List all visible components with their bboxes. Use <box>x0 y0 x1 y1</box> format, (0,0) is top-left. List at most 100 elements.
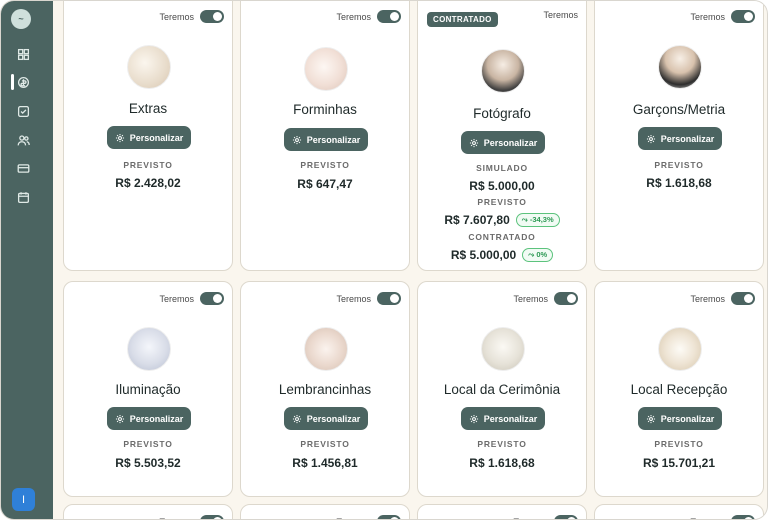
dashboard-icon[interactable] <box>15 46 31 62</box>
customize-button[interactable]: Personalizar <box>284 407 368 430</box>
toggle-label: Teremos <box>159 293 194 304</box>
gear-icon <box>646 134 655 143</box>
toggle-group: Teremos <box>690 515 755 520</box>
previsto-value: R$ 2.428,02 <box>115 176 181 190</box>
customize-button[interactable]: Personalizar <box>461 407 545 430</box>
customize-button[interactable]: Personalizar <box>461 131 545 154</box>
toggle-label: Teremos <box>690 517 725 520</box>
contracted-badge: CONTRATADO <box>427 12 498 27</box>
gear-icon <box>646 414 655 423</box>
previsto-label: PREVISTO <box>477 197 527 207</box>
gear-icon <box>469 138 478 147</box>
category-card-garcons: Teremos Garçons/Metria Personalizar PREV… <box>594 1 764 271</box>
contratado-row: R$ 5.000,00 ⤳ 0% <box>418 248 586 262</box>
customize-label: Personalizar <box>660 413 715 424</box>
guests-icon[interactable] <box>15 132 31 148</box>
previsto-label: PREVISTO <box>300 439 350 449</box>
teremos-toggle[interactable] <box>554 515 578 519</box>
category-card-partial: Teremos <box>417 504 587 519</box>
customize-button[interactable]: Personalizar <box>107 126 191 149</box>
toggle-label: Teremos <box>513 293 548 304</box>
card-title: Iluminação <box>115 382 181 397</box>
toggle-label: Teremos <box>159 517 194 520</box>
teremos-toggle[interactable] <box>200 292 224 305</box>
previsto-label: PREVISTO <box>123 439 173 449</box>
contratado-change-value: 0% <box>536 250 548 259</box>
toggle-label: Teremos <box>543 10 578 20</box>
contratado-change-badge: ⤳ 0% <box>522 248 554 262</box>
category-image <box>658 327 702 371</box>
category-card-lembrancinhas: Teremos Lembrancinhas Personalizar PREVI… <box>240 281 410 497</box>
customize-label: Personalizar <box>306 413 361 424</box>
previsto-value: R$ 1.618,68 <box>469 456 535 470</box>
payment-icon[interactable] <box>15 160 31 176</box>
sidebar: ~ I <box>1 1 53 519</box>
category-image <box>481 49 525 93</box>
customize-button[interactable]: Personalizar <box>107 407 191 430</box>
active-nav-indicator <box>11 74 14 90</box>
previsto-label: PREVISTO <box>300 160 350 170</box>
previsto-value: R$ 647,47 <box>297 177 353 191</box>
category-image <box>658 45 702 89</box>
teremos-toggle[interactable] <box>200 10 224 23</box>
toggle-label: Teremos <box>159 11 194 22</box>
teremos-toggle[interactable] <box>377 10 401 23</box>
teremos-toggle[interactable] <box>731 515 755 519</box>
teremos-toggle[interactable] <box>554 292 578 305</box>
category-card-local-recepcao: Teremos Local Recepção Personalizar PREV… <box>594 281 764 497</box>
gear-icon <box>292 414 301 423</box>
category-card-iluminacao: Teremos Iluminação Personalizar PREVISTO… <box>63 281 233 497</box>
teremos-toggle[interactable] <box>731 10 755 23</box>
toggle-group: Teremos <box>159 10 224 23</box>
teremos-toggle[interactable] <box>731 292 755 305</box>
previsto-value: R$ 7.607,80 <box>444 213 510 227</box>
user-avatar-button[interactable]: I <box>12 488 35 511</box>
previsto-row: R$ 7.607,80 ⤳ -34,3% <box>418 213 586 227</box>
card-title: Extras <box>128 101 168 116</box>
previsto-label: PREVISTO <box>123 160 173 170</box>
category-image <box>304 47 348 91</box>
customize-button[interactable]: Personalizar <box>638 407 722 430</box>
customize-button[interactable]: Personalizar <box>284 128 368 151</box>
toggle-group: Teremos <box>336 515 401 519</box>
customize-label: Personalizar <box>129 132 184 143</box>
teremos-toggle[interactable] <box>377 515 401 519</box>
contratado-label: CONTRATADO <box>468 232 536 242</box>
toggle-label: Teremos <box>336 11 371 22</box>
category-image <box>481 327 525 371</box>
previsto-label: PREVISTO <box>477 439 527 449</box>
customize-button[interactable]: Personalizar <box>638 127 722 150</box>
customize-label: Personalizar <box>483 413 538 424</box>
customize-label: Personalizar <box>483 137 538 148</box>
toggle-label: Teremos <box>690 11 725 22</box>
toggle-group: Teremos <box>336 292 401 305</box>
category-card-extras: Teremos Extras Personalizar PREVISTO R$ … <box>63 1 233 271</box>
customize-label: Personalizar <box>306 134 361 145</box>
category-card-forminhas: Teremos Forminhas Personalizar PREVISTO … <box>240 1 410 271</box>
budget-icon[interactable] <box>15 74 31 90</box>
simulado-label: SIMULADO <box>476 163 528 173</box>
card-title: Garçons/Metria <box>632 102 726 117</box>
previsto-value: R$ 1.456,81 <box>292 456 358 470</box>
checklist-icon[interactable] <box>15 103 31 119</box>
category-image <box>127 327 171 371</box>
contratado-value: R$ 5.000,00 <box>450 248 517 262</box>
card-title: Fotógrafo <box>473 106 531 121</box>
app-frame: ~ I Teremos Extras Personalizar PREVISTO… <box>0 0 768 520</box>
previsto-value: R$ 15.701,21 <box>642 456 716 470</box>
category-card-partial: Teremos <box>240 504 410 519</box>
calendar-icon[interactable] <box>15 189 31 205</box>
category-card-local-cerimonia: Teremos Local da Cerimônia Personalizar … <box>417 281 587 497</box>
toggle-group: Teremos <box>690 10 755 23</box>
app-logo[interactable]: ~ <box>11 9 31 29</box>
previsto-change-value: -34,3% <box>529 215 554 224</box>
category-card-fotografo: CONTRATADO Teremos Fotógrafo Personaliza… <box>417 1 587 271</box>
toggle-group: Teremos <box>159 292 224 305</box>
toggle-label: Teremos <box>336 293 371 304</box>
toggle-group: Teremos <box>543 10 578 20</box>
category-card-partial: Teremos <box>63 504 233 520</box>
gear-icon <box>115 414 124 423</box>
toggle-group: Teremos <box>159 515 224 520</box>
teremos-toggle[interactable] <box>377 292 401 305</box>
teremos-toggle[interactable] <box>200 515 224 519</box>
